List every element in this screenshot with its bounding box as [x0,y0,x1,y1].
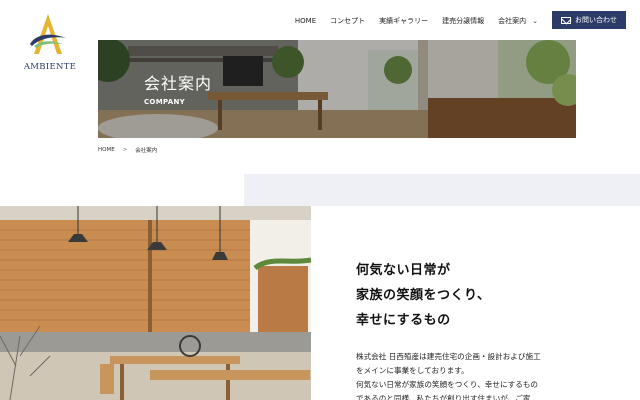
breadcrumb-separator: > [122,147,128,153]
body-line: であるのと同様、私たちが創り出す住まいが、ご家 [356,394,531,400]
headline-line: 家族の笑顔をつくり、 [356,288,491,303]
nav-item-sales[interactable]: 建売分譲情報 [442,16,484,26]
nav-item-gallery[interactable]: 実績ギャラリー [379,16,428,26]
nav-item-home[interactable]: HOME [295,17,316,25]
breadcrumb: HOME > 会社案内 [98,146,157,154]
nav-item-concept[interactable]: コンセプト [330,16,365,26]
headline-line: 何気ない日常が [356,263,451,278]
brand-logo[interactable]: AMBIENTE [20,14,80,74]
body-line: をメインに事業をしております。 [356,366,469,375]
chevron-down-icon: ⌄ [532,17,538,25]
body-line: 株式会社 日西殖産は建売住宅の企画・設計および施工 [356,352,541,361]
body-line: 何気ない日常が家族の笑顔をつくり、幸せにするもの [356,380,539,389]
global-nav: HOME コンセプト 実績ギャラリー 建売分譲情報 会社案内 ⌄ お問い合わせ [295,11,626,29]
logo-mark-icon [30,14,66,54]
contact-button[interactable]: お問い合わせ [552,11,626,29]
hero-banner: 会社案内 COMPANY [98,40,576,138]
section-body: 株式会社 日西殖産は建売住宅の企画・設計および施工 をメインに事業をしております… [356,350,546,400]
logo-text: AMBIENTE [23,62,77,72]
mail-icon [561,16,571,24]
section-band [244,174,640,206]
page-subtitle: COMPANY [144,98,185,106]
nav-item-company[interactable]: 会社案内 ⌄ [498,16,538,26]
page-title: 会社案内 [144,74,213,93]
headline-line: 幸せにするもの [356,313,451,328]
breadcrumb-current: 会社案内 [135,148,158,154]
breadcrumb-home[interactable]: HOME [98,147,115,153]
nav-item-company-label: 会社案内 [498,17,527,25]
contact-button-label: お問い合わせ [575,16,617,24]
office-interior-image [0,206,311,400]
section-headline: 何気ない日常が 家族の笑顔をつくり、 幸せにするもの [356,258,490,333]
